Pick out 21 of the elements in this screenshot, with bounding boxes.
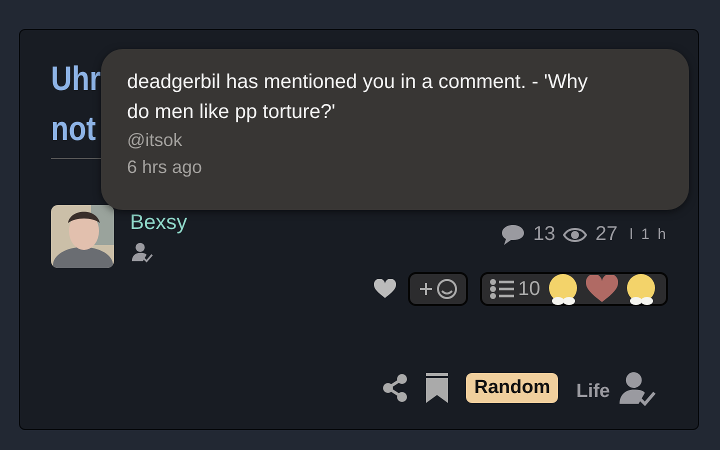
comment-icon [501,224,526,246]
add-reaction-button[interactable] [408,272,468,306]
heart-icon [586,275,618,303]
category-label[interactable]: Life [576,381,610,403]
tag[interactable]: Random [466,373,558,403]
notification-toast[interactable]: deadgerbil has mentioned you in a comment. - 'Why do men like pp torture?' @itsok 6 hrs ago [101,49,689,210]
notification-handle: @itsok [127,129,184,152]
add-emoji-icon [418,278,458,300]
list-icon [490,278,514,300]
reactions-button[interactable]: 10 [480,272,668,306]
heart-icon[interactable] [374,279,396,299]
post-age: l 1 h [630,226,668,243]
notification-time: 6 hrs ago [127,156,204,179]
reaction-count: 10 [518,278,540,300]
comment-count: 13 [533,223,556,246]
bookmark-icon[interactable] [426,373,448,403]
share-icon[interactable] [382,374,408,402]
view-count: 27 [595,223,618,246]
user-check-icon [130,241,154,263]
author-name[interactable]: Bexsy [130,211,188,235]
notification-message: deadgerbil has mentioned you in a comment. - 'Why do men like pp torture?' [127,70,589,125]
